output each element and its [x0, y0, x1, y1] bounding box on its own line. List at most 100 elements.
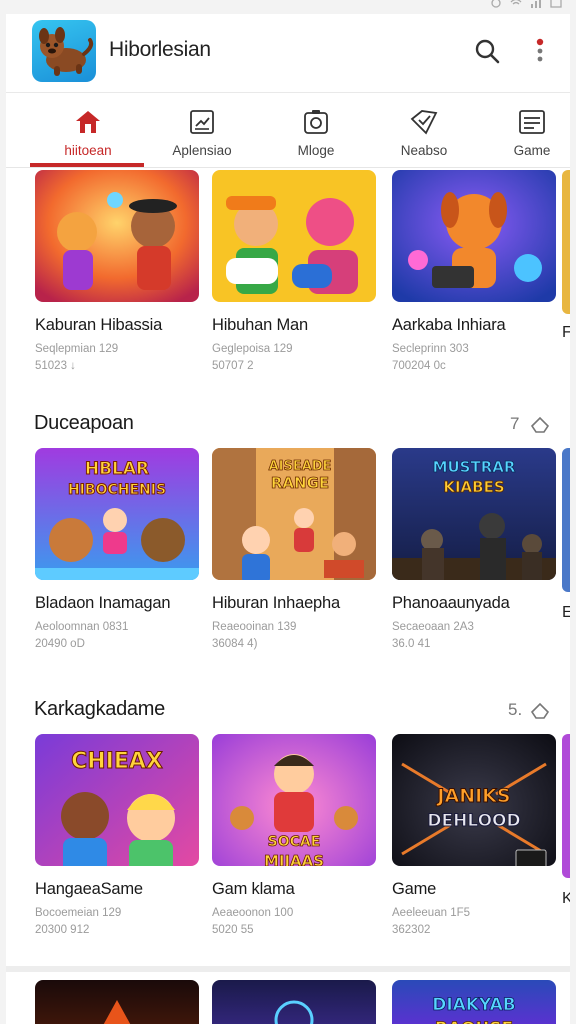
svg-text:JANIKS: JANIKS — [435, 785, 510, 807]
section-title: Karkagkadame — [34, 698, 165, 720]
partial-game-title: E — [562, 604, 570, 621]
app-bar: Hiborlesian — [6, 14, 570, 92]
more-vertical-icon — [536, 38, 544, 62]
tab-label: Aplensiao — [172, 143, 232, 158]
tab-label: Game — [513, 143, 551, 158]
game-subtitle: Aeaeoonon 100 — [212, 907, 294, 919]
section-title: Duceapoan — [34, 412, 134, 434]
game-title: Game — [392, 880, 437, 898]
tab-aplensiao[interactable]: Aplensiao — [146, 93, 258, 168]
game-meta: 5020 55 — [212, 924, 254, 936]
game-subtitle: Reaeooinan 139 — [212, 621, 297, 633]
svg-text:RANGE: RANGE — [271, 474, 329, 492]
tab-home[interactable]: hiitoean — [32, 93, 144, 168]
game-card[interactable]: AISEADE RANGE Hiburan Inhaepha Reaeooina… — [212, 448, 376, 650]
game-card[interactable]: HBLAR HIBOCHENIS Bladaon Inamagan Aeoloo… — [35, 448, 199, 650]
game-thumbnail[interactable] — [35, 980, 199, 1024]
game-meta: 36084 4) — [212, 638, 258, 650]
section-arrow-icon[interactable] — [529, 414, 551, 436]
bottom-row: DIAKYAB RAOUSE — [6, 980, 570, 1024]
game-meta: 36.0 41 — [392, 638, 431, 650]
game-thumbnail — [392, 170, 556, 302]
game-meta: 20300 912 — [35, 924, 90, 936]
game-meta: 50707 2 — [212, 360, 254, 372]
tab-mloge[interactable]: Mloge — [260, 93, 372, 168]
game-thumbnail: MUSTRAR KIABES — [392, 448, 556, 580]
game-thumbnail: CHIEAX — [35, 734, 199, 866]
battery-icon — [550, 0, 562, 8]
svg-text:MUSTRAR: MUSTRAR — [433, 458, 516, 476]
tab-label: Mloge — [297, 143, 335, 158]
dog-mascot-icon — [39, 27, 94, 76]
game-subtitle: Secaeoaan 2A3 — [392, 621, 474, 633]
svg-text:KIABES: KIABES — [443, 478, 504, 496]
game-card[interactable]: CHIEAX HangaeaSame Bocoemeian 129 20300 … — [35, 734, 199, 936]
game-meta: 362302 — [392, 924, 431, 936]
game-subtitle: Secleprinn 303 — [392, 343, 469, 355]
partial-game-thumbnail[interactable] — [562, 170, 570, 314]
game-meta: 20490 oD — [35, 638, 85, 650]
tab-label: Neabso — [400, 143, 448, 158]
search-icon — [475, 39, 500, 64]
game-title: Aarkaba Inhiara — [392, 316, 506, 334]
list-icon — [519, 110, 545, 134]
game-subtitle: Aeeleeuan 1F5 — [392, 907, 471, 919]
game-thumbnail — [212, 170, 376, 302]
tag-icon — [410, 110, 438, 135]
game-thumbnail: AISEADE RANGE — [212, 448, 376, 580]
content-feed: Kaburan Hibassia Seqlepmian 129 51023 ↓ … — [6, 168, 570, 1024]
game-title: HangaeaSame — [35, 880, 143, 898]
game-thumbnail: JANIKS DEHLOOD — [392, 734, 556, 866]
game-card[interactable]: Aarkaba Inhiara Secleprinn 303 700204 0c — [392, 170, 556, 372]
partial-game-title: F — [562, 324, 570, 341]
section-arrow-icon[interactable] — [529, 700, 551, 722]
svg-text:AISEADE: AISEADE — [269, 459, 332, 474]
partial-game-thumbnail[interactable] — [562, 448, 570, 592]
tab-game[interactable]: Game — [476, 93, 570, 168]
search-button[interactable] — [470, 34, 504, 68]
status-icons — [490, 0, 562, 8]
game-title: Hiburan Inhaepha — [212, 594, 340, 612]
trend-icon — [190, 110, 214, 134]
svg-text:SOCAE: SOCAE — [268, 834, 321, 850]
game-card[interactable]: SOCAE MIJAAS Gam klama Aeaeoonon 100 502… — [212, 734, 376, 936]
alarm-icon — [491, 0, 501, 8]
partial-game-thumbnail[interactable] — [562, 734, 570, 878]
more-menu-button[interactable] — [528, 34, 552, 68]
svg-text:HBLAR: HBLAR — [85, 459, 149, 479]
game-card[interactable]: JANIKS DEHLOOD Game Aeeleeuan 1F5 362302 — [392, 734, 556, 936]
game-card[interactable]: Hibuhan Man Geglepoisa 129 50707 2 — [212, 170, 376, 372]
game-title: Gam klama — [212, 880, 295, 898]
svg-text:CHIEAX: CHIEAX — [71, 749, 163, 774]
app-logo[interactable] — [32, 20, 96, 82]
game-thumbnail: HBLAR HIBOCHENIS — [35, 448, 199, 580]
signal-icon — [531, 0, 541, 8]
svg-text:HIBOCHENIS: HIBOCHENIS — [68, 482, 166, 498]
game-title: Hibuhan Man — [212, 316, 308, 334]
tab-label: hiitoean — [64, 143, 112, 158]
main-card: Hiborlesian hiitoean Aplensiao Mloge Nea… — [6, 14, 570, 1024]
svg-text:DIAKYAB: DIAKYAB — [432, 995, 516, 1015]
partial-game-title: K — [562, 890, 570, 907]
active-tab-indicator — [30, 163, 144, 167]
svg-text:DEHLOOD: DEHLOOD — [427, 811, 520, 831]
app-title: Hiborlesian — [109, 38, 211, 61]
svg-text:MIJAAS: MIJAAS — [264, 852, 324, 866]
tab-neabso[interactable]: Neabso — [368, 93, 480, 168]
tab-bar: hiitoean Aplensiao Mloge Neabso Game — [6, 92, 570, 168]
game-thumbnail — [35, 170, 199, 302]
status-bar — [0, 0, 576, 14]
game-thumbnail[interactable]: DIAKYAB RAOUSE — [392, 980, 556, 1024]
game-subtitle: Geglepoisa 129 — [212, 343, 293, 355]
game-meta: 51023 ↓ — [35, 360, 76, 372]
game-subtitle: Bocoemeian 129 — [35, 907, 122, 919]
home-icon — [76, 111, 100, 133]
game-card[interactable]: Kaburan Hibassia Seqlepmian 129 51023 ↓ — [35, 170, 199, 372]
game-card[interactable]: MUSTRAR KIABES Phanoaaunyada Secaeoaan 2… — [392, 448, 556, 650]
game-thumbnail[interactable] — [212, 980, 376, 1024]
game-thumbnail: SOCAE MIJAAS — [212, 734, 376, 866]
game-title: Phanoaaunyada — [392, 594, 510, 612]
section-count: 5. — [508, 700, 523, 719]
game-subtitle: Seqlepmian 129 — [35, 343, 119, 355]
camera-icon — [304, 110, 328, 134]
